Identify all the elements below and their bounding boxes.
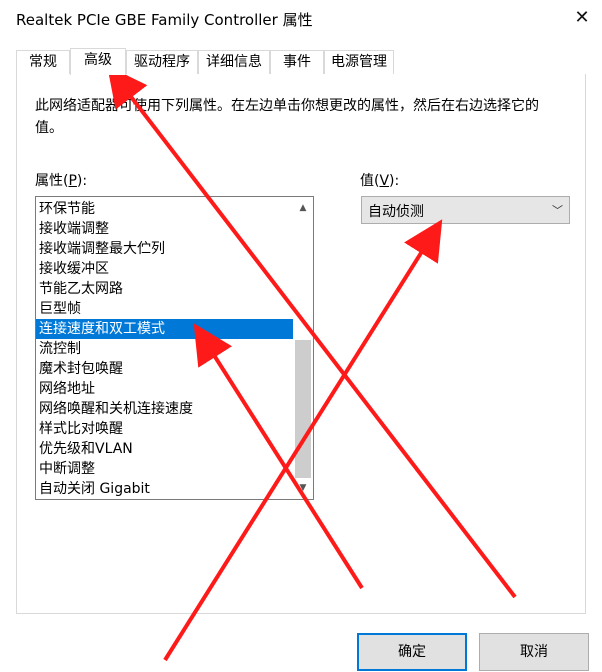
scroll-up-icon[interactable]: ▲ [293, 199, 313, 217]
value-combobox[interactable]: 自动侦测 ﹀ [361, 196, 570, 224]
list-item[interactable]: 优先级和VLAN [36, 439, 133, 459]
tab-general[interactable]: 常规 [16, 50, 70, 74]
description-text: 此网络适配器可使用下列属性。在左边单击你想更改的属性，然后在右边选择它的值。 [35, 98, 539, 136]
value-label-key: V [379, 173, 390, 189]
list-item[interactable]: 接收缓冲区 [36, 259, 109, 279]
tab-events[interactable]: 事件 [270, 50, 324, 74]
properties-dialog: Realtek PCIe GBE Family Controller 属性 ✕ … [0, 0, 602, 672]
close-icon[interactable]: ✕ [562, 0, 602, 36]
value-combobox-text: 自动侦测 [368, 204, 424, 220]
property-label-key: P [68, 173, 77, 189]
list-item[interactable]: 接收端调整最大伫列 [36, 239, 165, 259]
value-label-suffix: ): [389, 173, 400, 189]
chevron-down-icon[interactable]: ﹀ [552, 202, 563, 218]
tab-power-management[interactable]: 电源管理 [324, 50, 394, 74]
list-item[interactable]: 魔术封包唤醒 [36, 359, 123, 379]
property-label-prefix: 属性( [35, 173, 69, 189]
tab-advanced[interactable]: 高级 [70, 48, 126, 75]
list-item[interactable]: 巨型帧 [36, 299, 81, 319]
list-item[interactable]: 网络唤醒和关机连接速度 [36, 399, 193, 419]
tab-details[interactable]: 详细信息 [198, 50, 270, 74]
window-title: Realtek PCIe GBE Family Controller 属性 [16, 11, 313, 29]
scroll-down-icon[interactable]: ▼ [293, 479, 313, 497]
list-item-selected[interactable]: 连接速度和双工模式 [36, 319, 294, 339]
scroll-thumb[interactable] [295, 340, 311, 478]
list-scrollbar[interactable]: ▲ ▼ [293, 197, 313, 499]
title-bar: Realtek PCIe GBE Family Controller 属性 ✕ [0, 0, 602, 36]
value-label-prefix: 值( [360, 173, 380, 189]
value-label: 值(V): [360, 170, 399, 190]
ok-button[interactable]: 确定 [357, 633, 467, 671]
list-item[interactable]: 环保节能 [36, 199, 95, 219]
list-item[interactable]: 自动关闭 Gigabit [36, 479, 150, 499]
property-label: 属性(P): [35, 170, 87, 190]
tab-driver[interactable]: 驱动程序 [126, 50, 198, 74]
property-listbox[interactable]: 环保节能 接收端调整 接收端调整最大伫列 接收缓冲区 节能乙太网路 巨型帧 连接… [35, 196, 314, 500]
list-item[interactable]: 流控制 [36, 339, 81, 359]
list-item[interactable]: 节能乙太网路 [36, 279, 123, 299]
cancel-button[interactable]: 取消 [479, 633, 589, 671]
list-item[interactable]: 网络地址 [36, 379, 95, 399]
list-item[interactable]: 样式比对唤醒 [36, 419, 123, 439]
list-item[interactable]: 接收端调整 [36, 219, 109, 239]
property-label-suffix: ): [76, 173, 88, 189]
list-item[interactable]: 中断调整 [36, 459, 95, 479]
